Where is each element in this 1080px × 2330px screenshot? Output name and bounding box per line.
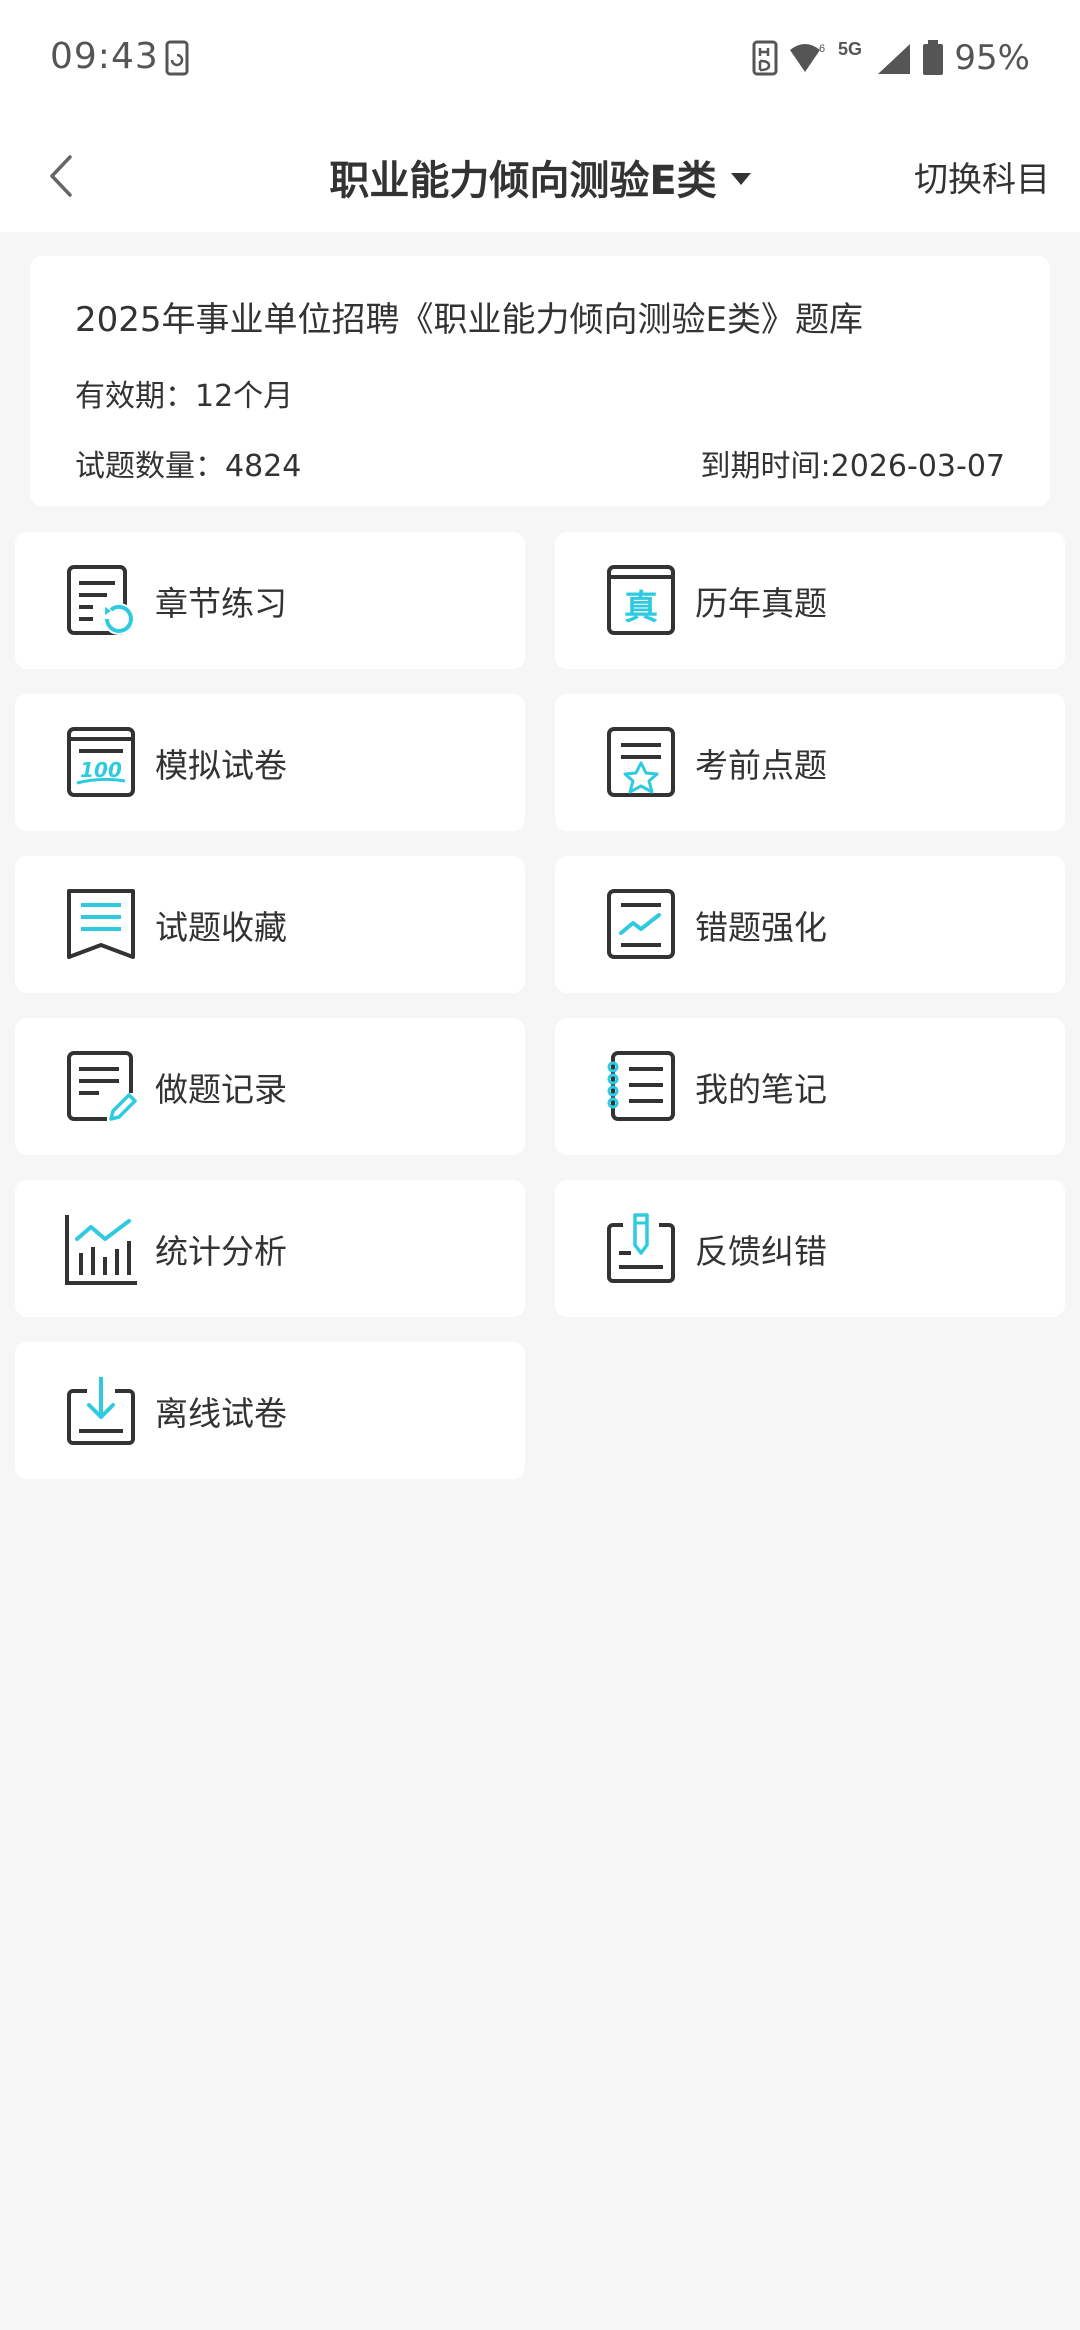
menu-label: 反馈纠错 — [695, 1231, 827, 1271]
svg-text:5G: 5G — [838, 40, 862, 59]
question-bank-title: 2025年事业单位招聘《职业能力倾向测验E类》题库 — [75, 300, 864, 340]
status-bar: 09:43 6 5G 95% — [0, 0, 1080, 120]
wrong-questions-icon — [607, 888, 675, 959]
favorites-icon — [67, 888, 135, 959]
menu-mock-exam[interactable]: 100 模拟试卷 — [15, 694, 525, 831]
caret-down-icon — [730, 173, 751, 185]
app-header: 职业能力倾向测验E类 切换科目 — [0, 120, 1080, 232]
subject-selector[interactable]: 职业能力倾向测验E类 — [329, 148, 751, 206]
svg-text:6: 6 — [819, 43, 825, 55]
validity-period: 有效期：12个月 — [75, 379, 294, 414]
wifi-icon: 6 — [790, 43, 826, 72]
mock-exam-icon: 100 — [67, 726, 135, 797]
question-bank-info-card: 2025年事业单位招聘《职业能力倾向测验E类》题库 有效期：12个月 试题数量：… — [30, 256, 1050, 506]
expiry-date: 到期时间:2026-03-07 — [700, 449, 1005, 484]
phone-rotate-icon — [165, 40, 189, 76]
pre-exam-tips-icon — [607, 726, 675, 797]
menu-label: 离线试卷 — [155, 1393, 287, 1433]
statistics-icon — [65, 1214, 137, 1285]
chapter-practice-icon — [67, 564, 135, 635]
menu-pre-exam-tips[interactable]: 考前点题 — [555, 694, 1065, 831]
menu-label: 章节练习 — [155, 583, 287, 623]
notes-icon — [607, 1050, 675, 1121]
menu-label: 考前点题 — [695, 745, 827, 785]
feature-grid: 章节练习 真 历年真题 100 模拟试卷 考前点题 试题收藏 错题强化 做题记录… — [15, 532, 1065, 1479]
svg-text:真: 真 — [624, 588, 658, 628]
page-title: 职业能力倾向测验E类 — [329, 158, 717, 204]
menu-offline-exam[interactable]: 离线试卷 — [15, 1342, 525, 1479]
signal-icon: 5G — [838, 40, 911, 74]
menu-label: 模拟试卷 — [155, 745, 287, 785]
menu-label: 错题强化 — [695, 907, 827, 947]
menu-label: 历年真题 — [695, 583, 827, 623]
status-time: 09:43 — [50, 36, 159, 77]
menu-label: 我的笔记 — [695, 1069, 827, 1109]
offline-download-icon — [67, 1376, 135, 1445]
question-count: 试题数量：4824 — [75, 449, 302, 484]
battery-level: 95% — [954, 38, 1030, 78]
menu-past-exams[interactable]: 真 历年真题 — [555, 532, 1065, 669]
switch-subject-button[interactable]: 切换科目 — [914, 152, 1050, 201]
menu-label: 统计分析 — [155, 1231, 287, 1271]
past-exams-icon: 真 — [607, 564, 675, 635]
hd-icon — [752, 40, 778, 76]
menu-notes[interactable]: 我的笔记 — [555, 1018, 1065, 1155]
menu-label: 试题收藏 — [155, 907, 287, 947]
menu-chapter-practice[interactable]: 章节练习 — [15, 532, 525, 669]
feedback-icon — [607, 1212, 675, 1283]
menu-label: 做题记录 — [155, 1069, 287, 1109]
menu-feedback[interactable]: 反馈纠错 — [555, 1180, 1065, 1317]
practice-record-icon — [67, 1050, 137, 1123]
menu-wrong-questions[interactable]: 错题强化 — [555, 856, 1065, 993]
menu-practice-record[interactable]: 做题记录 — [15, 1018, 525, 1155]
menu-favorites[interactable]: 试题收藏 — [15, 856, 525, 993]
status-icons: 6 5G 95% — [752, 38, 1030, 78]
menu-statistics[interactable]: 统计分析 — [15, 1180, 525, 1317]
battery-icon — [923, 40, 944, 75]
